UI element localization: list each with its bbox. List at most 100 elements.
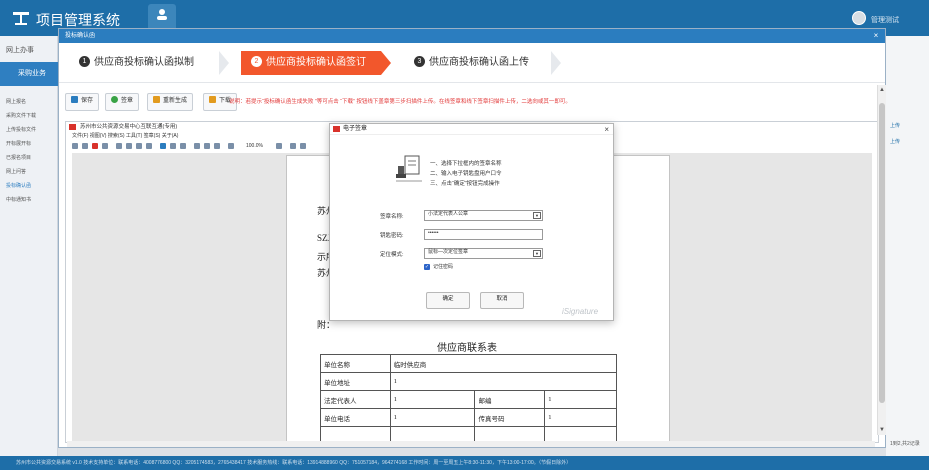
table-cell: 单位电话: [320, 408, 391, 427]
delete-seal-icon[interactable]: [102, 143, 108, 149]
save-file-icon[interactable]: [82, 143, 88, 149]
table-cell: 单位地址: [320, 372, 391, 391]
table-row: 单位电话 1 传真号码 1: [320, 408, 617, 427]
password-input[interactable]: ••••••: [424, 229, 543, 240]
sidebar: 网上办事 采购业务 网上报名 采购文件下载 上传投标文件 开标展开标 已报名项目…: [0, 36, 58, 456]
fit-page-icon[interactable]: [214, 143, 220, 149]
step-2-active[interactable]: 2 供应商投标确认函签订: [241, 51, 381, 75]
dialog-title-text: 电子签章: [343, 126, 368, 132]
cancel-button[interactable]: 取消: [480, 292, 524, 309]
zoom-out-icon[interactable]: [228, 143, 234, 149]
pen-icon: [153, 95, 160, 103]
close-icon[interactable]: ×: [871, 31, 881, 41]
sidebar-item[interactable]: 采购文件下载: [6, 112, 36, 119]
mode-value: 鼠标—次定位签章: [428, 249, 469, 255]
sidebar-section-label[interactable]: 采购业务: [0, 62, 58, 86]
regenerate-button[interactable]: 重新生成: [147, 93, 194, 111]
hand-icon[interactable]: [146, 143, 152, 149]
dialog-title: 电子签章 ×: [330, 124, 613, 135]
verify-icon[interactable]: [136, 143, 142, 149]
save-icon: [71, 95, 78, 103]
pager-text: 1到2,共2记录: [890, 441, 920, 447]
regenerate-label: 重新生成: [163, 98, 188, 104]
page-icon[interactable]: [126, 143, 132, 149]
pdf-icon: [69, 124, 76, 130]
user-avatar[interactable]: [852, 11, 866, 25]
horizontal-scrollbar[interactable]: [67, 441, 875, 447]
ok-button[interactable]: 确定: [426, 292, 470, 309]
table-row: 单位地址 1: [320, 372, 618, 391]
table-cell: 1: [544, 408, 617, 427]
step-separator: [551, 51, 561, 75]
logo-icon: [13, 12, 29, 25]
zoom-level[interactable]: 100.0%: [246, 142, 263, 151]
upload-link[interactable]: 上传: [890, 138, 900, 145]
first-page-icon[interactable]: [170, 143, 176, 149]
viewer-title: 苏州市公共资源交易中心互联互通(专用): [66, 122, 326, 132]
zoom-in-icon[interactable]: [276, 143, 282, 149]
user-name[interactable]: 管理测试: [871, 15, 899, 25]
last-page-icon[interactable]: [204, 143, 210, 149]
step-number: 3: [414, 55, 425, 67]
next-page-icon[interactable]: [194, 143, 200, 149]
mode-select[interactable]: 鼠标—次定位签章 ▼: [424, 248, 543, 259]
step-bar: 1 供应商投标确认函拟制 2 供应商投标确认函签订 3 供应商投标确认函上传: [59, 43, 885, 83]
table-cell: 1: [389, 408, 476, 427]
mode-label: 定位模式:: [380, 252, 404, 258]
scroll-up-icon[interactable]: ▲: [879, 87, 885, 93]
step-arrow-active: [381, 51, 391, 75]
modal-scrollbar[interactable]: ▲ ▼: [877, 85, 886, 435]
chevron-down-icon[interactable]: ▼: [533, 212, 541, 219]
scrollbar-thumb[interactable]: [879, 103, 885, 403]
signature-dialog: 电子签章 × 一、选择下拉框内的签章名称 二、输入电子钥匙盘用户口令 三、点击“…: [329, 123, 614, 321]
seal-name-value: 小法定代表人公章: [428, 211, 469, 217]
isignature-watermark: iSignature: [562, 307, 599, 316]
sidebar-top-label[interactable]: 网上办事: [6, 45, 34, 55]
table-cell: 邮编: [474, 390, 546, 409]
step-3[interactable]: 3 供应商投标确认函上传: [414, 51, 554, 75]
sidebar-item[interactable]: 已报名项目: [6, 154, 31, 161]
select-icon[interactable]: [160, 143, 166, 149]
annotate-icon[interactable]: [290, 143, 296, 149]
app-title: 项目管理系统: [36, 12, 120, 28]
prev-page-icon[interactable]: [180, 143, 186, 149]
close-icon[interactable]: ×: [604, 124, 609, 135]
modal-title: 投标确认函 ×: [59, 29, 885, 43]
open-icon[interactable]: [72, 143, 78, 149]
scroll-down-icon[interactable]: ▼: [879, 427, 885, 433]
table-cell: 传真号码: [474, 408, 546, 427]
step-label: 供应商投标确认函上传: [429, 57, 529, 68]
viewer-menu-bar[interactable]: 文件(F) 视图(V) 搜索(S) 工具(T) 签章(S) 关于(A): [72, 132, 372, 141]
instruction-step: 一、选择下拉框内的签章名称: [430, 161, 502, 167]
seal-name-label: 签章名称:: [380, 214, 404, 220]
seal-app-icon: [333, 126, 340, 132]
step-1[interactable]: 1 供应商投标确认函拟制: [79, 51, 219, 75]
instruction-step: 三、点击“确定”按钮完成操作: [430, 181, 500, 187]
download-icon: [209, 95, 216, 103]
step-number: 2: [251, 55, 262, 67]
table-cell: 法定代表人: [320, 390, 391, 409]
stamp-icon: [396, 155, 422, 182]
table-cell: 1: [389, 390, 476, 409]
sign-button[interactable]: 签章: [105, 93, 140, 111]
password-label: 钥匙密码:: [380, 233, 404, 239]
step-separator: [219, 51, 229, 75]
print-icon[interactable]: [116, 143, 122, 149]
sidebar-item[interactable]: 网上报名: [6, 98, 26, 105]
save-button[interactable]: 保存: [65, 93, 100, 111]
chevron-down-icon[interactable]: ▼: [533, 250, 541, 257]
sidebar-item[interactable]: 网上问答: [6, 168, 26, 175]
sidebar-item[interactable]: 开标展开标: [6, 140, 31, 147]
background-panel: 上传 上传 1到2,共2记录: [886, 36, 929, 456]
upload-link[interactable]: 上传: [890, 122, 900, 129]
table-row: 法定代表人 1 邮编 1: [320, 390, 617, 409]
sidebar-item[interactable]: 中标通知书: [6, 196, 31, 203]
modal-toolbar: 保存 签章 重新生成 下载 说明：若提示“投标确认函生成失败 ”等可点击 “下载…: [65, 93, 879, 111]
shape-icon[interactable]: [300, 143, 306, 149]
sidebar-item[interactable]: 投标确认函: [6, 182, 31, 189]
remember-password-checkbox[interactable]: ✓: [424, 264, 430, 270]
seal-tool-icon[interactable]: [92, 143, 98, 149]
table-cell: 单位名称: [320, 354, 391, 373]
sidebar-item[interactable]: 上传投标文件: [6, 126, 36, 133]
seal-name-select[interactable]: 小法定代表人公章 ▼: [424, 210, 543, 221]
